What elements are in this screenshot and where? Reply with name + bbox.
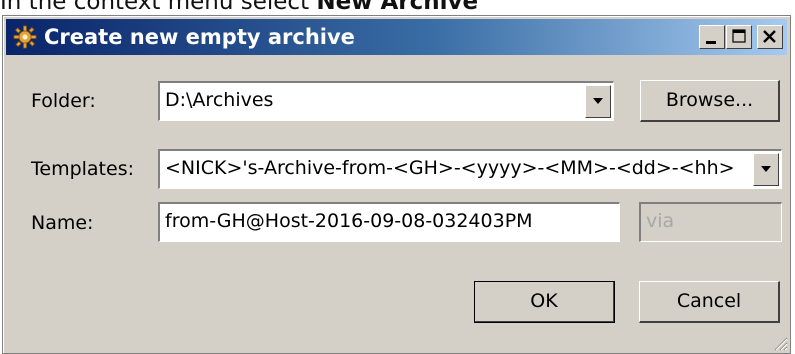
- templates-value: <NICK>'s-Archive-from-<GH>-<yyyy>-<MM>-<…: [165, 157, 735, 179]
- name-label: Name:: [31, 212, 94, 234]
- title-bar[interactable]: Create new empty archive: [6, 19, 787, 55]
- caption-text: In the context menu select: [0, 0, 317, 14]
- folder-value: D:\Archives: [165, 89, 274, 111]
- create-archive-dialog: Create new empty archive Folder: D:\Arch…: [2, 15, 791, 354]
- document-caption: In the context menu select New Archive: [0, 0, 795, 14]
- templates-label: Templates:: [31, 158, 134, 180]
- chevron-down-icon: [761, 166, 771, 172]
- via-input: via: [639, 202, 782, 242]
- maximize-icon: [732, 29, 746, 43]
- browse-button[interactable]: Browse...: [640, 80, 780, 122]
- name-input[interactable]: from-GH@Host-2016-09-08-032403PM: [158, 202, 620, 242]
- folder-label: Folder:: [31, 90, 96, 112]
- cancel-button[interactable]: Cancel: [639, 281, 780, 323]
- caption-emphasis: New Archive: [316, 0, 479, 14]
- minimize-button[interactable]: [699, 25, 725, 49]
- ok-button[interactable]: OK: [474, 281, 615, 323]
- minimize-icon: [706, 41, 716, 44]
- folder-dropdown-button[interactable]: [585, 85, 611, 118]
- templates-dropdown-button[interactable]: [753, 153, 779, 186]
- maximize-button[interactable]: [726, 25, 752, 49]
- templates-combobox[interactable]: <NICK>'s-Archive-from-<GH>-<yyyy>-<MM>-<…: [158, 149, 782, 189]
- chevron-down-icon: [593, 98, 603, 104]
- resize-grip-icon[interactable]: [772, 335, 788, 351]
- folder-combobox[interactable]: D:\Archives: [158, 81, 614, 121]
- window-title: Create new empty archive: [44, 25, 355, 49]
- close-icon: [763, 30, 776, 43]
- close-button[interactable]: [757, 25, 783, 49]
- app-gear-icon: [13, 25, 37, 49]
